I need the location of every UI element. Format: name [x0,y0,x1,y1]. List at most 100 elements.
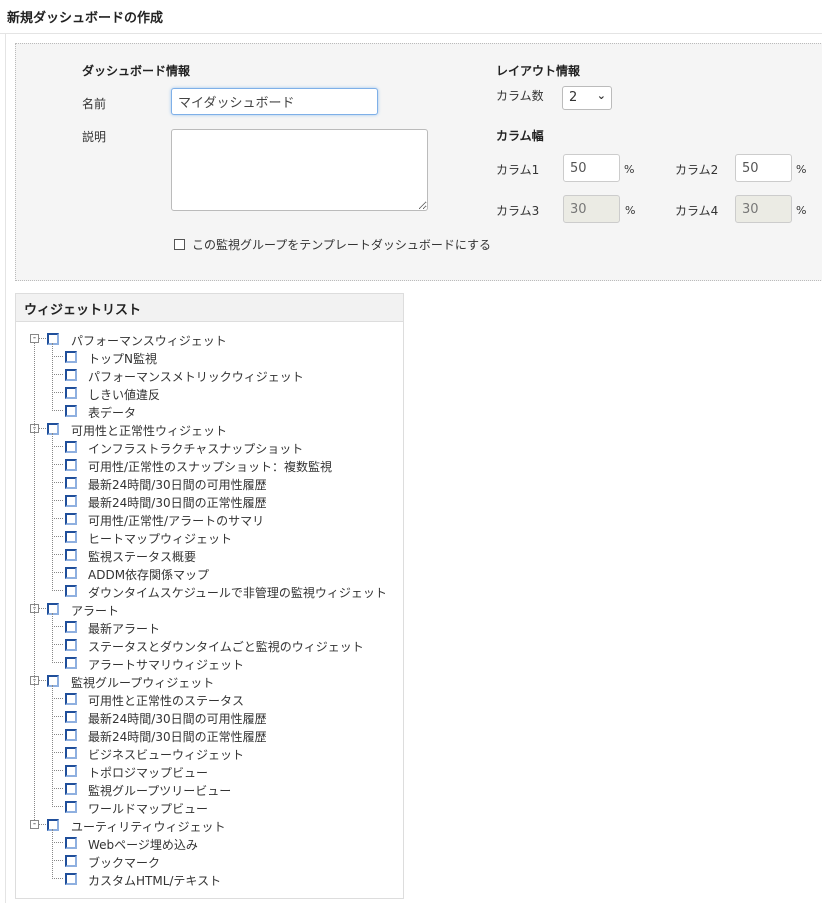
widget-checkbox[interactable] [65,657,77,669]
tree-connector [39,680,46,681]
widget-label: アラートサマリウィジェット [88,658,245,672]
widget-checkbox[interactable] [65,477,77,489]
widget-checkbox[interactable] [65,801,77,813]
name-label: 名前 [82,97,107,111]
widget-label: 可用性/正常性のスナップショット：複数監視 [88,460,333,474]
widget-checkbox[interactable] [65,873,77,885]
widget-label: 可用性/正常性/アラートのサマリ [88,514,265,528]
column3-label: カラム3 [496,204,540,218]
widget-checkbox[interactable] [65,837,77,849]
tree-connector [52,716,63,717]
widget-checkbox[interactable] [65,747,77,759]
description-label: 説明 [82,130,107,144]
column2-width-input[interactable] [735,154,792,182]
widget-label: トポロジマップビュー [88,766,209,780]
divider [0,33,822,34]
group-checkbox[interactable] [47,819,59,831]
widget-label: カスタムHTML/テキスト [88,874,222,888]
tree-connector [52,788,63,789]
column1-width-input[interactable] [563,154,620,182]
tree-connector [34,343,35,820]
collapse-toggle-icon[interactable]: - [30,334,39,343]
column4-label: カラム4 [675,204,719,218]
widget-label: ビジネスビューウィジェット [88,748,245,762]
template-checkbox-row[interactable]: この監視グループをテンプレートダッシュボードにする [174,236,491,253]
page-title: 新規ダッシュボードの作成 [7,11,164,26]
group-label: ユーティリティウィジェット [71,820,226,834]
widget-label: 最新24時間/30日間の正常性履歴 [88,496,267,510]
widget-checkbox[interactable] [65,621,77,633]
widget-checkbox[interactable] [65,495,77,507]
widget-checkbox[interactable] [65,351,77,363]
widget-checkbox[interactable] [65,549,77,561]
column4-unit: % [796,204,807,217]
widget-checkbox[interactable] [65,855,77,867]
tree-connector [52,829,53,879]
tree-connector [52,698,63,699]
widget-label: インフラストラクチャスナップショット [88,442,304,456]
group-checkbox[interactable] [47,333,59,345]
tree-connector [52,572,63,573]
tree-connector [52,860,63,861]
column2-unit: % [796,163,807,176]
widget-label: ワールドマップビュー [88,802,209,816]
widget-label: ヒートマップウィジェット [88,532,233,546]
tree-connector [39,338,46,339]
name-input[interactable] [171,88,378,115]
tree-connector [52,433,53,591]
widget-checkbox[interactable] [65,513,77,525]
widget-label: しきい値違反 [88,388,161,402]
tree-connector [52,392,63,393]
tree-connector [52,554,63,555]
widget-checkbox[interactable] [65,639,77,651]
columns-count-select[interactable]: 2 ⌄ [562,86,612,110]
tree-connector [52,626,63,627]
group-checkbox[interactable] [47,423,59,435]
tree-connector [52,343,53,411]
widget-label: ブックマーク [88,856,161,870]
widget-label: 表データ [88,406,137,420]
widget-label: 最新24時間/30日間の可用性履歴 [88,478,267,492]
column-width-heading: カラム幅 [496,129,544,143]
tree-connector [52,752,63,753]
widget-checkbox[interactable] [65,441,77,453]
group-label: 可用性と正常性ウィジェット [71,424,228,438]
tree-connector [52,662,63,663]
description-textarea[interactable] [171,129,428,211]
widget-label: 監視グループツリービュー [88,784,232,798]
column2-label: カラム2 [675,163,719,177]
chevron-down-icon: ⌄ [596,89,606,102]
widget-label: 最新24時間/30日間の可用性履歴 [88,712,267,726]
widget-checkbox[interactable] [65,405,77,417]
widget-label: ダウンタイムスケジュールで非管理の監視ウィジェット [88,586,387,600]
tree-connector [39,608,46,609]
collapse-toggle-icon[interactable]: - [30,820,39,829]
template-checkbox[interactable] [174,239,185,250]
divider [5,33,6,903]
group-checkbox[interactable] [47,603,59,615]
widget-checkbox[interactable] [65,729,77,741]
widget-checkbox[interactable] [65,765,77,777]
widget-checkbox[interactable] [65,531,77,543]
widget-checkbox[interactable] [65,693,77,705]
widget-label: Webページ埋め込み [88,838,198,852]
columns-count-label: カラム数 [496,89,544,103]
widget-checkbox[interactable] [65,783,77,795]
tree-connector [52,446,63,447]
tree-connector [52,734,63,735]
widget-checkbox[interactable] [65,369,77,381]
column3-unit: % [625,204,636,217]
tree-connector [52,842,63,843]
widget-checkbox[interactable] [65,387,77,399]
widget-label: パフォーマンスメトリックウィジェット [88,370,304,384]
tree-connector [52,770,63,771]
widget-checkbox[interactable] [65,711,77,723]
group-checkbox[interactable] [47,675,59,687]
widget-list-heading: ウィジェットリスト [16,294,403,322]
tree-connector [52,590,63,591]
widget-checkbox[interactable] [65,459,77,471]
widget-label: 最新24時間/30日間の正常性履歴 [88,730,267,744]
widget-checkbox[interactable] [65,567,77,579]
widget-checkbox[interactable] [65,585,77,597]
column1-label: カラム1 [496,163,540,177]
